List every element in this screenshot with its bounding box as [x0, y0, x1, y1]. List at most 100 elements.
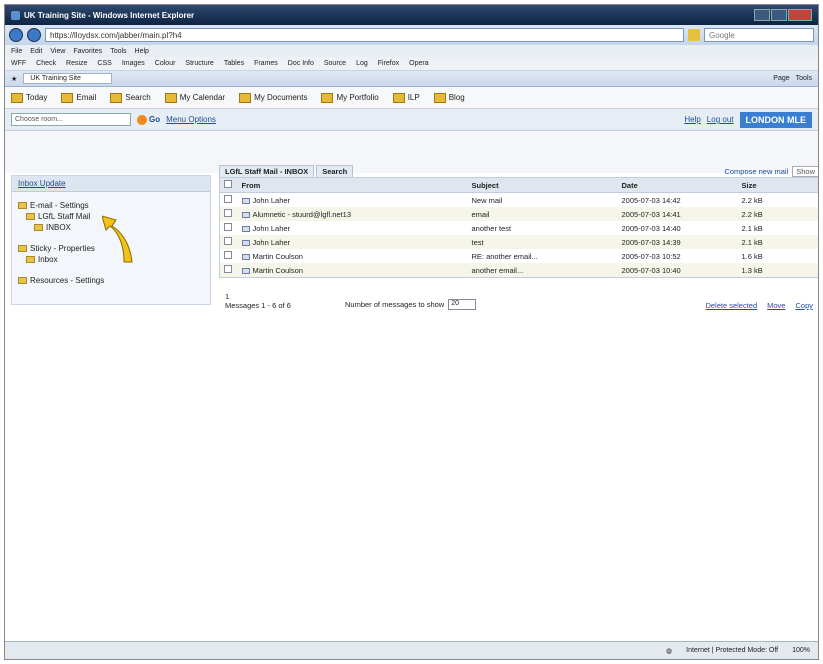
search-input[interactable]: Google [704, 28, 814, 42]
nav-email[interactable]: Email [61, 92, 96, 103]
nav-portfolio[interactable]: My Portfolio [321, 92, 379, 103]
table-row[interactable]: Martin Coulson another email... 2005-07-… [219, 263, 818, 278]
tool-css[interactable]: CSS [97, 60, 111, 67]
tab-inbox[interactable]: LGfL Staff Mail - INBOX [219, 165, 315, 177]
page-menu[interactable]: Page [773, 75, 789, 82]
table-row[interactable]: Alumnetic - stuurd@lgfl.net13 email 2005… [219, 207, 818, 221]
tool-frames[interactable]: Frames [254, 60, 278, 67]
menu-favorites[interactable]: Favorites [73, 48, 102, 55]
row-from[interactable]: John Laher [253, 196, 291, 205]
menu-help[interactable]: Help [135, 48, 149, 55]
inbox-update-link[interactable]: Inbox Update [12, 176, 210, 192]
tool-colour[interactable]: Colour [155, 60, 176, 67]
col-date[interactable]: Date [617, 177, 738, 193]
copy-link[interactable]: Copy [795, 301, 813, 310]
tool-opera[interactable]: Opera [409, 60, 428, 67]
row-subject[interactable]: test [467, 235, 618, 249]
row-from[interactable]: Martin Coulson [253, 266, 303, 275]
row-date: 2005-07-03 14:40 [617, 221, 738, 235]
go-button[interactable]: Go [137, 114, 160, 125]
tab-search[interactable]: Search [316, 165, 354, 177]
row-date: 2005-07-03 10:40 [617, 263, 738, 278]
tool-check[interactable]: Check [36, 60, 56, 67]
show-select[interactable]: Show [792, 166, 818, 177]
row-checkbox[interactable] [224, 195, 232, 203]
tab-row: ★ UK Training Site Page Tools [5, 71, 818, 87]
tool-docinfo[interactable]: Doc Info [288, 60, 314, 67]
row-checkbox[interactable] [224, 223, 232, 231]
globe-icon: ◍ [666, 647, 673, 655]
tool-tables[interactable]: Tables [224, 60, 244, 67]
tool-firefox[interactable]: Firefox [378, 60, 399, 67]
select-all-checkbox[interactable] [224, 180, 232, 188]
col-size[interactable]: Size [737, 177, 818, 193]
row-subject[interactable]: RE: another email... [467, 249, 618, 263]
menu-options-link[interactable]: Menu Options [166, 115, 216, 124]
row-subject[interactable]: email [467, 207, 618, 221]
menu-edit[interactable]: Edit [30, 48, 42, 55]
row-from[interactable]: John Laher [253, 224, 291, 233]
page-number[interactable]: 1 [225, 292, 345, 301]
help-link[interactable]: Help [684, 115, 700, 124]
table-row[interactable]: John Laher another test 2005-07-03 14:40… [219, 221, 818, 235]
back-icon[interactable] [9, 28, 23, 42]
choose-room-select[interactable]: Choose room... [11, 113, 131, 126]
compose-link[interactable]: Compose new mail [724, 167, 788, 176]
tool-wff[interactable]: WFF [11, 60, 26, 67]
delete-selected-link[interactable]: Delete selected [705, 301, 757, 310]
star-icon[interactable]: ★ [11, 75, 17, 83]
security-zone[interactable]: Internet | Protected Mode: Off [686, 647, 778, 654]
minimize-button[interactable] [754, 9, 770, 21]
row-checkbox[interactable] [224, 237, 232, 245]
zoom-level[interactable]: 100% [792, 647, 810, 654]
row-from[interactable]: Martin Coulson [253, 252, 303, 261]
tool-images[interactable]: Images [122, 60, 145, 67]
choose-bar: Choose room... Go Menu Options Help Log … [5, 109, 818, 131]
nav-today[interactable]: Today [11, 92, 47, 103]
move-link[interactable]: Move [767, 301, 785, 310]
tool-log[interactable]: Log [356, 60, 368, 67]
tree-resources-settings[interactable]: Resources - Settings [18, 275, 204, 286]
lock-icon[interactable] [688, 29, 700, 41]
row-checkbox[interactable] [224, 265, 232, 273]
tool-structure[interactable]: Structure [185, 60, 213, 67]
nav-ilp[interactable]: ILP [392, 92, 420, 103]
left-panel: Inbox Update E-mail - Settings LGfL Staf… [11, 175, 211, 305]
row-size: 1.3 kB [737, 263, 818, 278]
table-row[interactable]: John Laher New mail 2005-07-03 14:42 2.2… [219, 192, 818, 207]
row-from[interactable]: Alumnetic - stuurd@lgfl.net13 [253, 210, 352, 219]
row-checkbox[interactable] [224, 209, 232, 217]
menu-file[interactable]: File [11, 48, 22, 55]
col-subject[interactable]: Subject [467, 177, 618, 193]
ilp-icon [392, 92, 405, 103]
num-messages-input[interactable]: 20 [448, 299, 477, 310]
tools-menu[interactable]: Tools [796, 75, 812, 82]
address-input[interactable]: https://lloydsx.com/jabber/main.pl?h4 [45, 28, 684, 42]
menu-view[interactable]: View [50, 48, 65, 55]
menu-tools[interactable]: Tools [110, 48, 126, 55]
row-subject[interactable]: New mail [467, 192, 618, 207]
yellow-arrow-icon [102, 215, 133, 263]
ie-icon [11, 10, 20, 20]
tool-resize[interactable]: Resize [66, 60, 87, 67]
table-row[interactable]: John Laher test 2005-07-03 14:39 2.1 kB [219, 235, 818, 249]
envelope-icon [241, 239, 250, 246]
table-row[interactable]: Martin Coulson RE: another email... 2005… [219, 249, 818, 263]
tool-source[interactable]: Source [324, 60, 346, 67]
close-button[interactable] [788, 9, 812, 21]
folder-icon [34, 224, 43, 231]
row-subject[interactable]: another email... [467, 263, 618, 278]
forward-icon[interactable] [27, 28, 41, 42]
row-checkbox[interactable] [224, 251, 232, 259]
nav-documents[interactable]: My Documents [239, 92, 307, 103]
nav-blog[interactable]: Blog [433, 92, 465, 103]
status-bar: ◍ Internet | Protected Mode: Off 100% [5, 641, 818, 659]
nav-calendar[interactable]: My Calendar [164, 92, 225, 103]
row-from[interactable]: John Laher [253, 238, 291, 247]
col-from[interactable]: From [237, 177, 468, 193]
tab-uk-training[interactable]: UK Training Site [23, 73, 112, 84]
logout-link[interactable]: Log out [707, 115, 734, 124]
row-subject[interactable]: another test [467, 221, 618, 235]
maximize-button[interactable] [771, 9, 787, 21]
nav-search[interactable]: Search [110, 92, 151, 103]
